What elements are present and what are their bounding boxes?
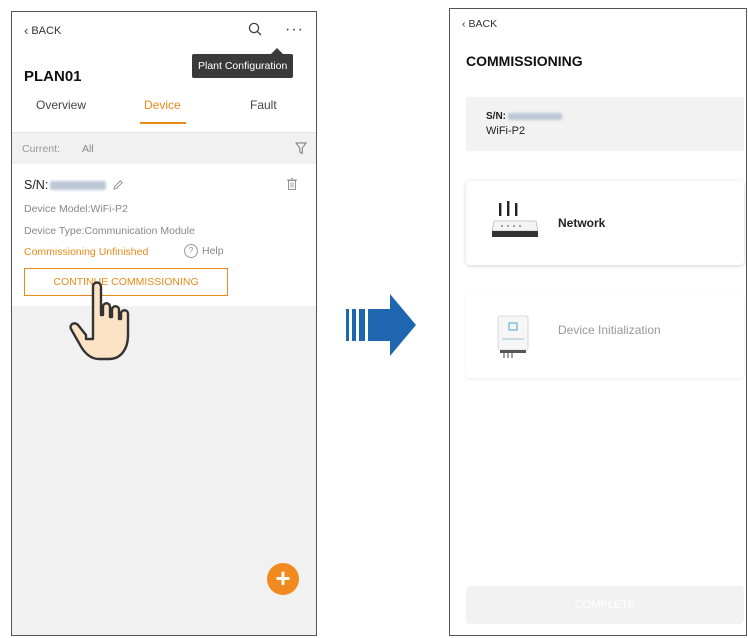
- device-serial: S/N:: [24, 178, 124, 192]
- blurred-serial-number: [50, 180, 107, 190]
- device-card[interactable]: S/N: Device Model:WiFi-P2 Device Type:Co…: [12, 164, 316, 306]
- back-label: BACK: [468, 18, 498, 30]
- commissioning-status: Commissioning Unfinished: [24, 246, 149, 258]
- device-initialization-label: Device Initialization: [558, 323, 661, 337]
- arrow-right-icon: [346, 294, 416, 356]
- filter-current-label: Current:: [22, 143, 60, 155]
- add-device-button[interactable]: +: [267, 563, 299, 595]
- chevron-left-icon: ‹: [24, 23, 29, 38]
- device-initialization-option[interactable]: Device Initialization: [466, 294, 744, 378]
- more-icon[interactable]: ···: [285, 21, 304, 39]
- network-option-label: Network: [558, 216, 606, 230]
- back-label: BACK: [31, 25, 62, 37]
- inverter-icon: [497, 315, 529, 358]
- plant-configuration-tooltip[interactable]: Plant Configuration: [192, 48, 294, 78]
- blurred-serial-number: [508, 113, 562, 120]
- page-title: COMMISSIONING: [466, 53, 583, 69]
- back-button[interactable]: ‹ BACK: [24, 23, 62, 38]
- search-icon[interactable]: [248, 22, 262, 36]
- device-summary-card: S/N: WiFi-P2: [466, 97, 744, 151]
- edit-icon[interactable]: [112, 179, 124, 191]
- tab-fault[interactable]: Fault: [250, 98, 277, 112]
- plan-title: PLAN01: [24, 68, 82, 85]
- sn-label: S/N:: [486, 111, 506, 122]
- device-type: Device Type:Communication Module: [24, 225, 195, 237]
- pointing-hand-icon: [69, 281, 130, 361]
- device-model: Device Model:WiFi-P2: [24, 203, 128, 215]
- chevron-left-icon: ‹: [462, 18, 466, 30]
- help-icon: ?: [184, 244, 198, 258]
- filter-icon[interactable]: [295, 142, 307, 155]
- tab-bar: Overview Device Fault: [12, 98, 316, 128]
- router-icon: [492, 201, 538, 237]
- active-tab-indicator: [140, 122, 186, 124]
- filter-bar: Current: All: [12, 132, 316, 165]
- complete-button[interactable]: COMPLETE: [466, 586, 744, 624]
- help-link[interactable]: ? Help: [184, 244, 224, 258]
- device-list-screen: ‹ BACK ··· Plant Configuration PLAN01 Ov…: [11, 11, 317, 636]
- back-button[interactable]: ‹ BACK: [462, 18, 497, 30]
- tab-overview[interactable]: Overview: [36, 98, 86, 112]
- device-serial: S/N:: [486, 111, 562, 122]
- sn-label: S/N:: [24, 178, 49, 192]
- trash-icon[interactable]: [287, 178, 297, 190]
- device-name: WiFi-P2: [486, 125, 526, 137]
- tab-device[interactable]: Device: [144, 98, 181, 112]
- plus-icon: +: [275, 563, 291, 593]
- network-option[interactable]: Network: [466, 181, 744, 265]
- commissioning-screen: ‹ BACK COMMISSIONING S/N: WiFi-P2 Networ…: [449, 8, 747, 636]
- filter-current-value[interactable]: All: [82, 143, 94, 155]
- top-bar: ‹ BACK ···: [12, 12, 316, 50]
- help-label: Help: [202, 245, 224, 257]
